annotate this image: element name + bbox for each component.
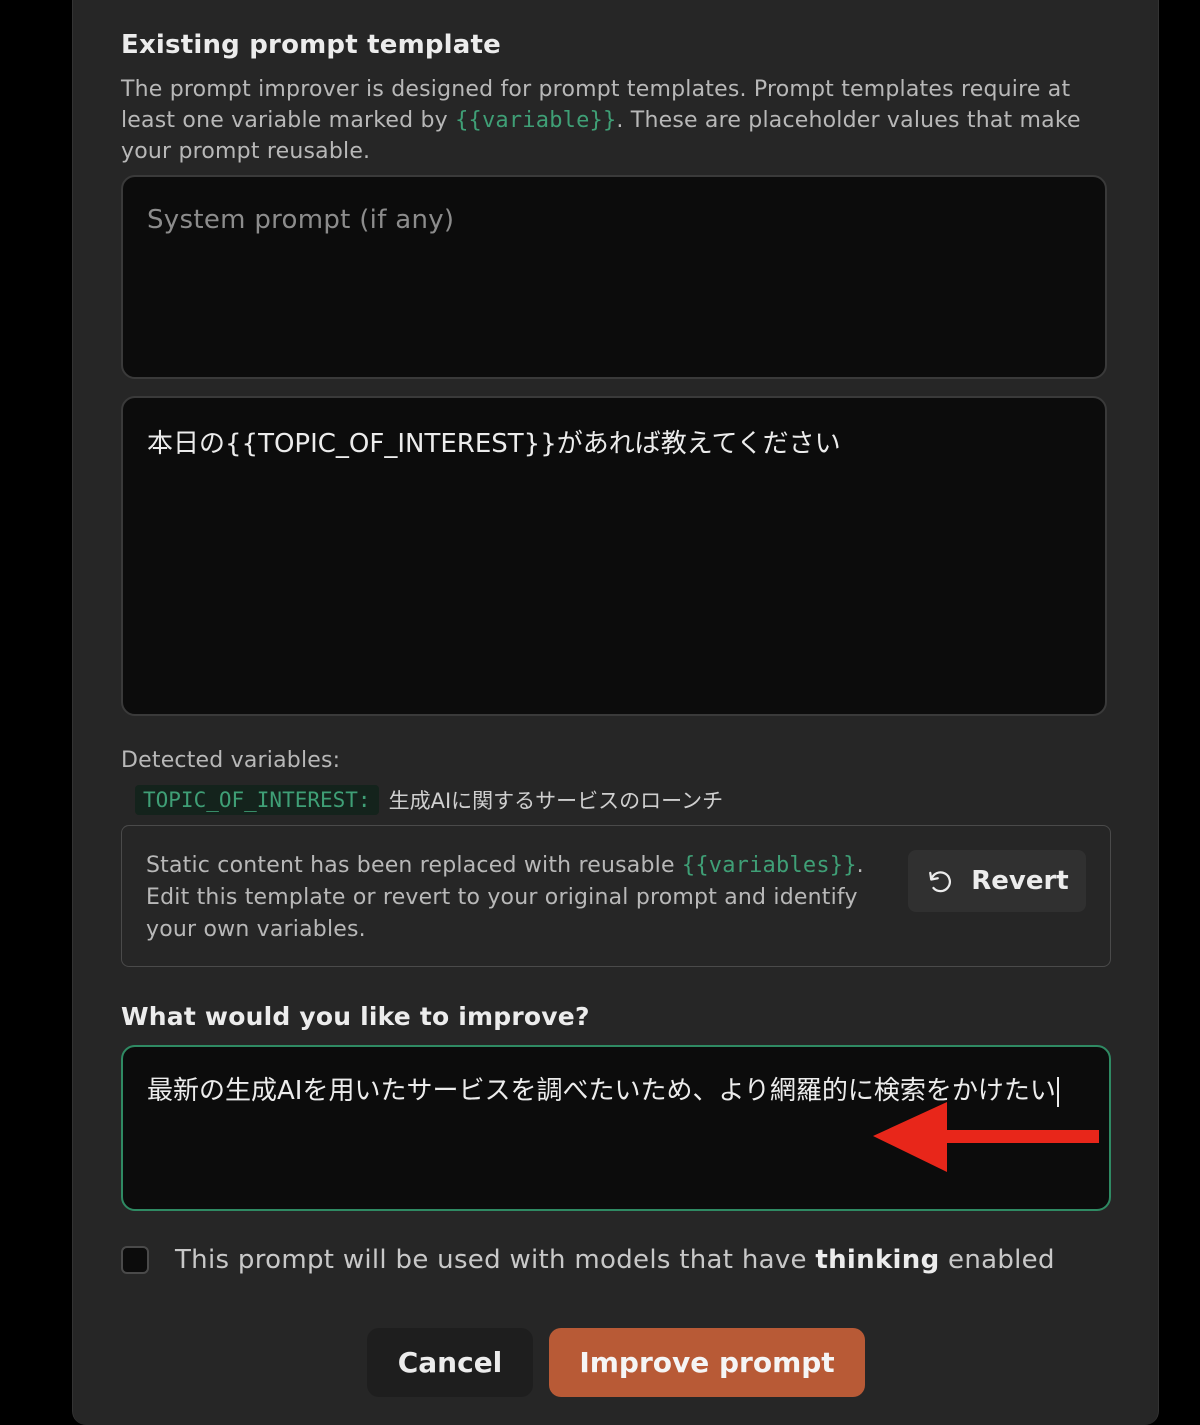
revert-button[interactable]: Revert xyxy=(908,850,1086,912)
system-prompt-field[interactable]: System prompt (if any) xyxy=(121,175,1107,379)
template-section-title: Existing prompt template xyxy=(121,30,501,60)
undo-icon xyxy=(929,871,952,893)
variable-name-chip: TOPIC_OF_INTEREST: xyxy=(135,785,379,815)
improve-section-title: What would you like to improve? xyxy=(121,1002,590,1031)
thinking-label-start: This prompt will be used with models tha… xyxy=(175,1245,816,1275)
thinking-checkbox[interactable] xyxy=(121,1246,149,1274)
improve-prompt-button[interactable]: Improve prompt xyxy=(549,1328,865,1397)
annotation-arrow xyxy=(873,1102,1099,1172)
thinking-option: This prompt will be used with models tha… xyxy=(121,1245,1055,1275)
template-section-description: The prompt improver is designed for prom… xyxy=(121,74,1111,167)
detected-variables-label: Detected variables: xyxy=(121,748,341,773)
annotation-arrow-head xyxy=(873,1102,947,1172)
notice-variables-code: {{variables}} xyxy=(681,853,857,878)
user-prompt-field[interactable]: 本日の{{TOPIC_OF_INTEREST}}があれば教えてください xyxy=(121,396,1107,716)
thinking-label-end: enabled xyxy=(939,1245,1055,1275)
improve-prompt-dialog: Existing prompt template The prompt impr… xyxy=(72,0,1159,1425)
cancel-button[interactable]: Cancel xyxy=(367,1328,533,1397)
thinking-checkbox-label: This prompt will be used with models tha… xyxy=(175,1245,1055,1275)
variables-notice: Static content has been replaced with re… xyxy=(121,825,1111,967)
revert-label: Revert xyxy=(971,866,1069,896)
variable-value: 生成AIに関するサービスのローンチ xyxy=(388,789,724,813)
notice-text: Static content has been replaced with re… xyxy=(146,850,886,946)
thinking-label-bold: thinking xyxy=(815,1245,940,1275)
variable-syntax-code: {{variable}} xyxy=(455,108,617,133)
annotation-arrow-shaft xyxy=(933,1130,1099,1143)
system-prompt-placeholder: System prompt (if any) xyxy=(147,205,455,235)
user-prompt-text: 本日の{{TOPIC_OF_INTEREST}}があれば教えてください xyxy=(147,429,841,459)
detected-variable-item: TOPIC_OF_INTEREST: 生成AIに関するサービスのローンチ xyxy=(135,785,723,815)
notice-text-start: Static content has been replaced with re… xyxy=(146,853,682,878)
